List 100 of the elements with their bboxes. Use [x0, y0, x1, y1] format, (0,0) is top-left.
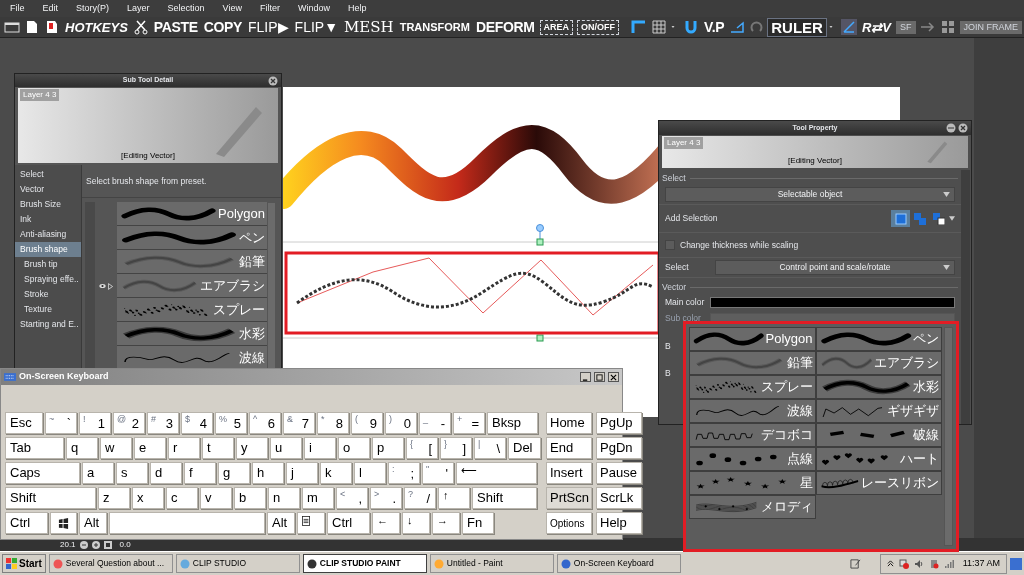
brush-preset[interactable]: 星 [689, 471, 816, 495]
checkbox[interactable] [665, 240, 675, 250]
keyboard-key[interactable]: Home [546, 412, 592, 434]
notes-icon[interactable] [849, 558, 861, 569]
keyboard-key[interactable] [297, 512, 325, 534]
keyboard-key[interactable]: % 5 [215, 412, 247, 434]
keyboard-key[interactable]: | \ [474, 437, 506, 459]
taskbar-item[interactable]: On-Screen Keyboard [556, 554, 681, 573]
brush-preset[interactable]: ペン [815, 327, 942, 351]
close-button[interactable] [608, 372, 619, 382]
keyboard-key[interactable]: ~ ` [45, 412, 77, 434]
category-item[interactable]: Texture [15, 302, 81, 317]
triangle-icon[interactable] [108, 282, 113, 290]
keyboard-key[interactable]: Options [546, 512, 592, 534]
keyboard-key[interactable]: Fn [462, 512, 494, 534]
close-icon[interactable] [958, 123, 968, 133]
brush-preset[interactable]: Polygon [117, 202, 267, 226]
keyboard-key[interactable]: { [ [406, 437, 438, 459]
toolbar-button[interactable]: FLIP▶ [245, 20, 292, 34]
keyboard-key[interactable]: Caps [5, 462, 80, 484]
ruler-icon[interactable] [840, 19, 857, 35]
brush-preset[interactable]: レースリボン [815, 471, 942, 495]
brush-preset[interactable]: デコボコ [689, 423, 816, 447]
keyboard-key[interactable]: Ctrl [327, 512, 370, 534]
eye-icon[interactable] [99, 283, 106, 289]
image-icon[interactable] [44, 19, 60, 35]
keyboard-key[interactable]: g [218, 462, 250, 484]
zoom-in-icon[interactable] [91, 540, 100, 549]
keyboard-key[interactable]: ⟵ [456, 462, 537, 484]
brush-preset[interactable]: 水彩 [815, 375, 942, 399]
brush-preset[interactable]: スプレー [117, 298, 267, 322]
brush-preset[interactable]: 鉛筆 [117, 250, 267, 274]
category-item[interactable]: Select [15, 167, 81, 182]
menu-item[interactable]: Edit [42, 1, 59, 16]
brush-preset[interactable]: ハート [815, 447, 942, 471]
keyboard-key[interactable]: ( 9 [351, 412, 383, 434]
keyboard-key[interactable]: PgDn [596, 437, 642, 459]
keyboard-key[interactable]: ↓ [402, 512, 430, 534]
keyboard-key[interactable]: d [150, 462, 182, 484]
keyboard-key[interactable]: ^ 6 [249, 412, 281, 434]
keyboard-key[interactable]: u [270, 437, 302, 459]
keyboard-key[interactable]: t [202, 437, 234, 459]
keyboard-key[interactable]: r [168, 437, 200, 459]
keyboard-key[interactable]: + = [453, 412, 485, 434]
toolbar-button[interactable]: HOTKEYS [62, 20, 131, 34]
keyboard-key[interactable]: f [184, 462, 216, 484]
taskbar-item[interactable]: CLIP STUDIO [175, 554, 300, 573]
speaker-icon[interactable] [913, 558, 924, 569]
brush-preset[interactable]: ギザギザ [815, 399, 942, 423]
menu-item[interactable]: Window [297, 1, 330, 16]
category-item[interactable]: Brush tip [15, 257, 81, 272]
keyboard-key[interactable]: Help [596, 512, 642, 534]
scissors-icon[interactable] [132, 19, 149, 35]
keyboard-key[interactable]: # 3 [147, 412, 179, 434]
toolbar-button[interactable]: V.P [701, 20, 728, 34]
maximize-button[interactable] [594, 372, 605, 382]
brush-preset[interactable]: 鉛筆 [689, 351, 816, 375]
keyboard-key[interactable]: & 7 [283, 412, 315, 434]
keyboard-key[interactable]: Bksp [487, 412, 538, 434]
menu-item[interactable]: Filter [259, 1, 280, 16]
keyboard-key[interactable]: h [252, 462, 284, 484]
menu-item[interactable]: Layer [127, 1, 150, 16]
keyboard-key[interactable]: z [98, 487, 130, 509]
keyboard-key[interactable]: _ - [419, 412, 451, 434]
keyboard-key[interactable]: l [354, 462, 386, 484]
network-error-icon[interactable] [898, 558, 909, 569]
keyboard-key[interactable]: s [116, 462, 148, 484]
keyboard-key[interactable]: c [166, 487, 198, 509]
corner-icon[interactable] [631, 19, 648, 35]
brush-preset[interactable]: スプレー [689, 375, 816, 399]
keyboard-key[interactable]: a [82, 462, 114, 484]
toolbar-button[interactable]: TRANSFORM [396, 21, 473, 33]
dropdown[interactable]: Selectable object [665, 187, 955, 202]
keyboard-key[interactable]: k [320, 462, 352, 484]
category-item[interactable]: Vector [15, 182, 81, 197]
keyboard-key[interactable] [50, 512, 77, 534]
keyboard-key[interactable]: Pause [596, 462, 642, 484]
keyboard-key[interactable]: j [286, 462, 318, 484]
keyboard-key[interactable]: ← [372, 512, 400, 534]
show-desktop-button[interactable] [1010, 557, 1022, 570]
brush-preset[interactable]: 破線 [815, 423, 942, 447]
keyboard-key[interactable]: ! 1 [79, 412, 111, 434]
toolbar-button[interactable]: FLIP▼ [291, 20, 341, 34]
window-icon[interactable] [4, 19, 20, 35]
keyboard-key[interactable]: x [132, 487, 164, 509]
keyboard-key[interactable]: * 8 [317, 412, 349, 434]
keyboard-key[interactable]: } ] [440, 437, 472, 459]
keyboard-key[interactable]: Alt [79, 512, 107, 534]
keyboard-key[interactable]: Ctrl [5, 512, 48, 534]
keyboard-key[interactable]: → [432, 512, 460, 534]
menu-item[interactable]: File [10, 1, 25, 16]
keyboard-key[interactable]: ? / [404, 487, 436, 509]
battery-icon[interactable] [928, 558, 939, 569]
keyboard-key[interactable]: Alt [267, 512, 295, 534]
keyboard-key[interactable]: PrtScn [546, 487, 592, 509]
keyboard-key[interactable]: < , [336, 487, 368, 509]
keyboard-key[interactable]: i [304, 437, 336, 459]
toolbar-button[interactable]: ON/OFF [577, 19, 620, 35]
perspective-icon[interactable] [729, 19, 746, 35]
keyboard-key[interactable]: Tab [5, 437, 64, 459]
